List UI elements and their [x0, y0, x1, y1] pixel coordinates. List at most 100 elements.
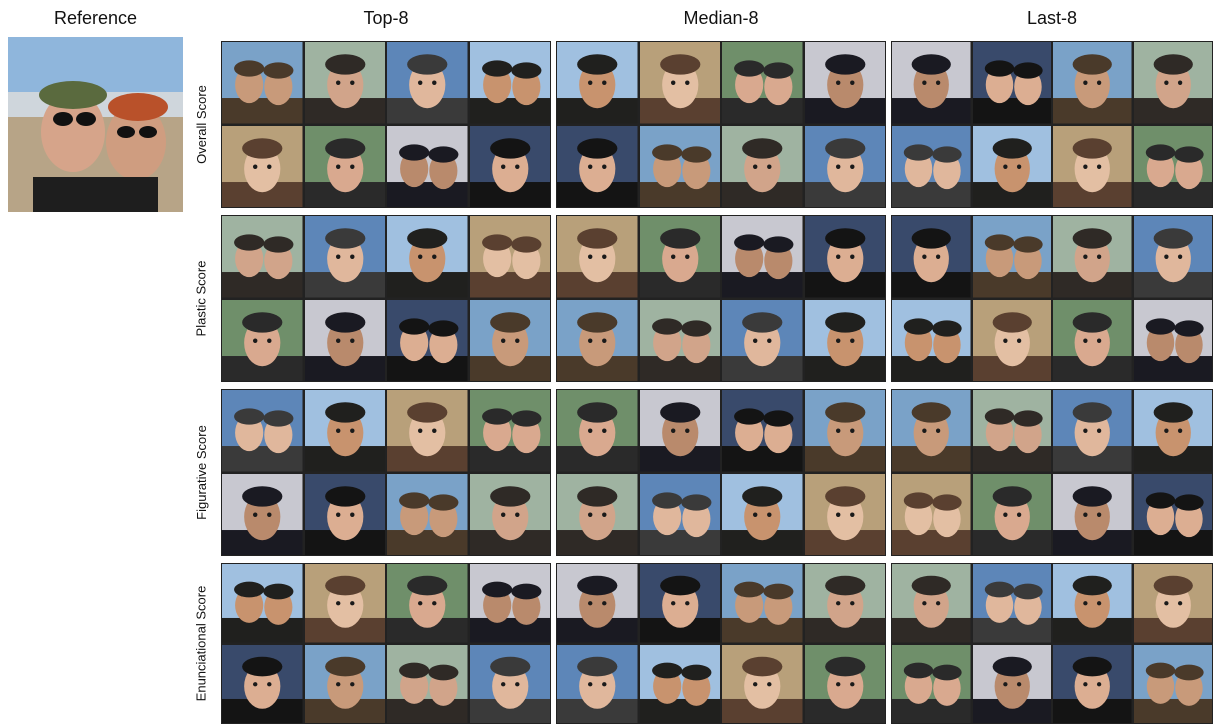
face-thumbnail — [387, 564, 468, 643]
overall-top-8-grid — [221, 41, 551, 208]
face-thumbnail — [972, 473, 1051, 555]
face-thumbnail — [469, 473, 550, 555]
row-label-plastic: Plastic Score — [193, 260, 209, 337]
face-thumbnail — [639, 564, 720, 643]
figurative-last-8-grid — [891, 389, 1213, 556]
face-thumbnail — [304, 644, 385, 723]
face-thumbnail — [892, 299, 971, 381]
overall-median-8-grid — [556, 41, 886, 208]
face-thumbnail — [387, 299, 468, 381]
face-thumbnail — [304, 390, 385, 472]
plastic-top-8-grid — [221, 215, 551, 382]
face-thumbnail — [804, 564, 885, 643]
face-thumbnail — [1053, 390, 1132, 472]
face-thumbnail — [804, 299, 885, 381]
reference-header: Reference — [53, 8, 138, 28]
face-thumbnail — [639, 390, 720, 472]
face-thumbnail — [222, 125, 303, 207]
face-thumbnail — [1133, 299, 1212, 381]
face-thumbnail — [892, 644, 971, 723]
face-thumbnail — [222, 564, 303, 643]
row-label-figurative: Figurative Score — [193, 425, 209, 520]
face-thumbnail — [469, 42, 550, 124]
face-thumbnail — [892, 216, 971, 298]
median-8-header: Median-8 — [683, 8, 759, 28]
face-thumbnail — [387, 216, 468, 298]
face-thumbnail — [304, 299, 385, 381]
face-thumbnail — [222, 216, 303, 298]
face-thumbnail — [892, 390, 971, 472]
plastic-last-8-grid — [891, 215, 1213, 382]
face-thumbnail — [804, 216, 885, 298]
face-thumbnail — [639, 216, 720, 298]
figurative-median-8-grid — [556, 389, 886, 556]
face-thumbnail — [639, 125, 720, 207]
face-thumbnail — [722, 564, 803, 643]
row-label-overall: Overall Score — [193, 85, 209, 164]
face-thumbnail — [304, 564, 385, 643]
face-thumbnail — [387, 473, 468, 555]
face-thumbnail — [222, 42, 303, 124]
face-thumbnail — [804, 644, 885, 723]
face-thumbnail — [557, 564, 638, 643]
top-8-header: Top-8 — [363, 8, 409, 28]
face-thumbnail — [1133, 473, 1212, 555]
face-thumbnail — [722, 644, 803, 723]
face-thumbnail — [1133, 390, 1212, 472]
face-thumbnail — [892, 42, 971, 124]
enunciational-median-8-grid — [556, 563, 886, 724]
face-thumbnail — [972, 42, 1051, 124]
face-thumbnail — [1053, 564, 1132, 643]
enunciational-last-8-grid — [891, 563, 1213, 724]
face-thumbnail — [387, 644, 468, 723]
face-thumbnail — [469, 390, 550, 472]
face-thumbnail — [557, 125, 638, 207]
plastic-median-8-grid — [556, 215, 886, 382]
face-thumbnail — [722, 299, 803, 381]
face-thumbnail — [1053, 644, 1132, 723]
face-thumbnail — [222, 390, 303, 472]
last-8-header: Last-8 — [1026, 8, 1078, 28]
face-thumbnail — [722, 390, 803, 472]
face-thumbnail — [639, 299, 720, 381]
face-thumbnail — [1053, 473, 1132, 555]
face-thumbnail — [469, 299, 550, 381]
face-thumbnail — [304, 42, 385, 124]
face-thumbnail — [972, 644, 1051, 723]
face-thumbnail — [557, 216, 638, 298]
face-thumbnail — [1053, 299, 1132, 381]
face-thumbnail — [557, 390, 638, 472]
reference-photo — [8, 37, 183, 212]
face-thumbnail — [892, 564, 971, 643]
face-thumbnail — [1133, 644, 1212, 723]
face-thumbnail — [557, 644, 638, 723]
face-thumbnail — [722, 125, 803, 207]
face-thumbnail — [1133, 42, 1212, 124]
face-thumbnail — [892, 473, 971, 555]
overall-last-8-grid — [891, 41, 1213, 208]
row-label-enunciational: Enunciational Score — [193, 585, 209, 702]
face-thumbnail — [469, 216, 550, 298]
face-thumbnail — [557, 473, 638, 555]
face-thumbnail — [1133, 216, 1212, 298]
face-thumbnail — [387, 125, 468, 207]
face-thumbnail — [387, 42, 468, 124]
face-thumbnail — [1053, 216, 1132, 298]
face-thumbnail — [1133, 125, 1212, 207]
face-thumbnail — [639, 473, 720, 555]
face-thumbnail — [722, 42, 803, 124]
face-thumbnail — [469, 644, 550, 723]
face-thumbnail — [1053, 42, 1132, 124]
face-thumbnail — [222, 644, 303, 723]
face-thumbnail — [469, 564, 550, 643]
face-thumbnail — [804, 42, 885, 124]
face-thumbnail — [722, 473, 803, 555]
face-thumbnail — [639, 42, 720, 124]
face-thumbnail — [972, 299, 1051, 381]
figurative-top-8-grid — [221, 389, 551, 556]
enunciational-top-8-grid — [221, 563, 551, 724]
face-thumbnail — [804, 390, 885, 472]
face-thumbnail — [972, 216, 1051, 298]
face-thumbnail — [972, 125, 1051, 207]
face-thumbnail — [222, 299, 303, 381]
